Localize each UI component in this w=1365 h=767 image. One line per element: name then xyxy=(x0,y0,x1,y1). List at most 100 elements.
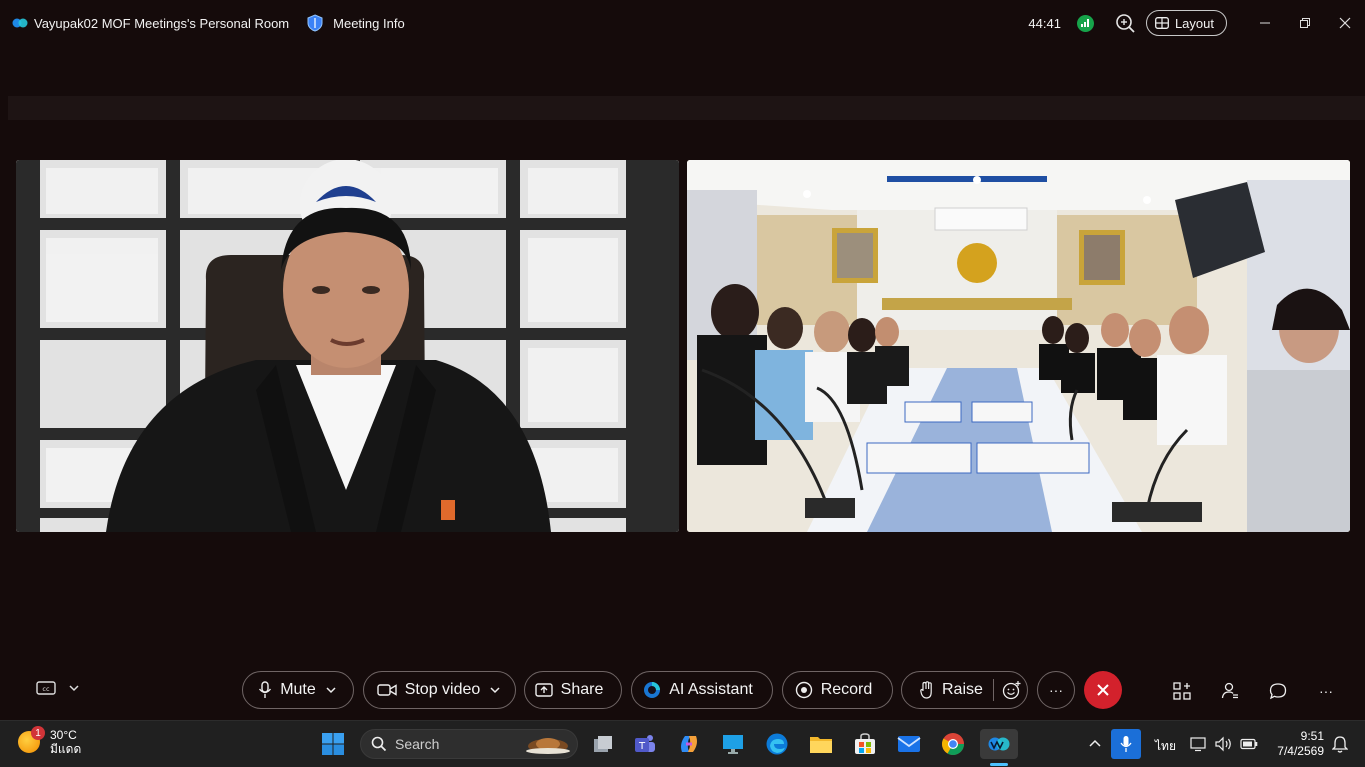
battery-status[interactable] xyxy=(1237,729,1261,759)
weather-description: มีแดด xyxy=(50,742,82,756)
close-window-button[interactable] xyxy=(1325,9,1365,37)
more-panels-button[interactable]: ··· xyxy=(1315,680,1337,702)
record-label: Record xyxy=(820,681,873,698)
mute-button[interactable]: Mute xyxy=(242,671,354,709)
video-tile-participant-1[interactable] xyxy=(16,160,679,532)
participant-video-feed xyxy=(16,160,679,532)
stop-video-button[interactable]: Stop video xyxy=(363,671,516,709)
chevron-down-icon[interactable] xyxy=(324,683,338,697)
share-label: Share xyxy=(560,681,604,698)
meeting-timer: 44:41 xyxy=(1028,15,1061,31)
voice-typing-button[interactable] xyxy=(1111,729,1141,759)
meeting-title: Vayupak02 MOF Meetings's Personal Room xyxy=(34,15,290,31)
share-button[interactable]: Share xyxy=(524,671,622,709)
battery-icon xyxy=(1240,738,1258,750)
ai-assistant-button[interactable]: AI Assistant xyxy=(631,671,773,709)
weather-temperature: 30°C xyxy=(50,728,77,742)
notification-bell-icon xyxy=(1332,736,1348,753)
mail-icon xyxy=(897,736,921,752)
restore-icon xyxy=(1300,18,1310,28)
record-button[interactable]: Record xyxy=(782,671,893,709)
chrome-app[interactable] xyxy=(938,729,968,759)
reactions-icon[interactable] xyxy=(1002,680,1022,700)
svg-text:cc: cc xyxy=(42,685,50,693)
closed-captions-icon: cc xyxy=(36,681,56,695)
more-label: ··· xyxy=(1049,682,1063,698)
close-icon xyxy=(1097,684,1109,696)
search-placeholder: Search xyxy=(395,736,440,752)
webex-app-active[interactable] xyxy=(980,729,1018,759)
show-hidden-icons-button[interactable] xyxy=(1080,729,1110,759)
file-explorer-app[interactable] xyxy=(806,729,836,759)
content-strip xyxy=(8,96,1365,120)
shield-icon[interactable] xyxy=(307,14,323,32)
chrome-icon xyxy=(942,733,964,755)
more-options-button[interactable]: ··· xyxy=(1037,671,1075,709)
minimize-icon xyxy=(1260,22,1270,24)
participants-button[interactable] xyxy=(1219,680,1241,702)
store-bag-icon xyxy=(855,733,875,754)
network-monitor-icon xyxy=(1190,737,1206,752)
close-icon xyxy=(1339,17,1351,29)
desktop-app[interactable] xyxy=(718,729,748,759)
taskbar-search[interactable]: Search xyxy=(360,729,578,759)
edge-browser-icon xyxy=(766,733,788,755)
weather-widget[interactable]: 30°C มีแดด xyxy=(18,728,81,756)
svg-text:T: T xyxy=(638,741,646,752)
copilot-app[interactable] xyxy=(674,729,704,759)
start-button[interactable] xyxy=(318,729,348,759)
raise-hand-button[interactable]: Raise xyxy=(901,671,1028,709)
copilot-icon xyxy=(681,736,697,752)
speaker-icon xyxy=(1215,736,1231,752)
end-call-button[interactable] xyxy=(1084,671,1122,709)
windows-logo-icon xyxy=(322,733,344,755)
video-camera-icon xyxy=(376,684,397,696)
chevron-up-icon xyxy=(1089,739,1101,747)
volume-control[interactable] xyxy=(1212,729,1236,759)
stop-video-label: Stop video xyxy=(404,681,481,698)
chat-button[interactable] xyxy=(1267,680,1289,702)
search-highlight-image xyxy=(526,738,570,754)
teams-app[interactable]: T xyxy=(630,729,660,759)
apps-grid-icon xyxy=(1173,682,1191,700)
zoom-icon[interactable] xyxy=(1114,12,1136,34)
chevron-down-icon[interactable] xyxy=(488,683,502,697)
clock[interactable]: 9:51 7/4/2569 xyxy=(1268,729,1324,759)
clock-time: 9:51 xyxy=(1300,729,1324,743)
store-app[interactable] xyxy=(850,729,880,759)
microphone-icon xyxy=(1120,736,1132,752)
layout-button[interactable]: Layout xyxy=(1145,10,1227,36)
divider xyxy=(992,679,994,701)
input-language[interactable]: ไทย xyxy=(1155,737,1176,756)
task-view-button[interactable] xyxy=(588,729,618,759)
webex-logo-icon xyxy=(12,18,28,28)
ai-assistant-label: AI Assistant xyxy=(669,681,753,698)
edge-app[interactable] xyxy=(762,729,792,759)
chat-icon xyxy=(1269,683,1287,700)
monitor-icon xyxy=(723,735,743,754)
video-tile-participant-2[interactable] xyxy=(687,160,1350,532)
raise-label: Raise xyxy=(942,681,983,698)
network-status[interactable] xyxy=(1186,729,1210,759)
teams-icon: T xyxy=(635,735,655,752)
mail-app[interactable] xyxy=(894,729,924,759)
meeting-info-link[interactable]: Meeting Info xyxy=(333,16,405,31)
participants-icon xyxy=(1221,682,1238,699)
search-icon xyxy=(371,736,387,752)
apps-button[interactable] xyxy=(1171,680,1193,702)
restore-button[interactable] xyxy=(1285,9,1325,37)
layout-label: Layout xyxy=(1174,15,1214,31)
active-app-indicator xyxy=(990,763,1008,766)
raise-hand-icon xyxy=(920,681,932,699)
mute-label: Mute xyxy=(280,681,316,698)
captions-button[interactable]: cc xyxy=(36,680,82,696)
chevron-down-icon xyxy=(69,685,79,692)
notification-badge: 1 xyxy=(31,726,45,740)
clock-date: 7/4/2569 xyxy=(1277,744,1324,758)
notifications-button[interactable] xyxy=(1329,729,1351,759)
record-icon xyxy=(795,681,812,699)
folder-icon xyxy=(810,737,832,753)
minimize-button[interactable] xyxy=(1245,9,1285,37)
ai-assistant-icon xyxy=(644,682,661,698)
network-signal-icon[interactable] xyxy=(1076,14,1094,32)
